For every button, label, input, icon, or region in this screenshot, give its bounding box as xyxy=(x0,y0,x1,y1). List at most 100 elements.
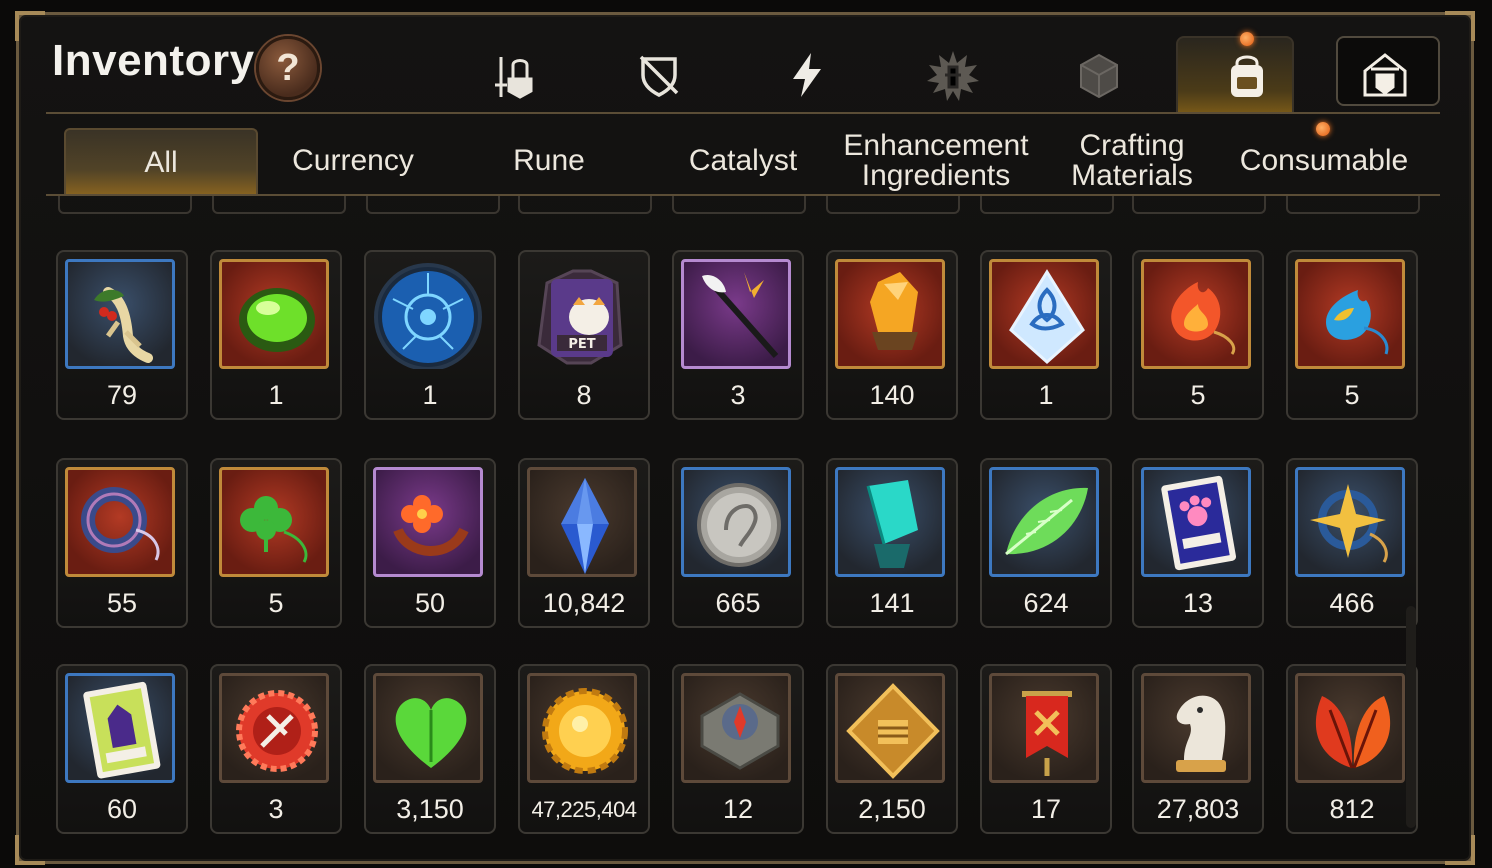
item-quantity: 50 xyxy=(414,588,446,618)
item-slot[interactable]: 3,150 xyxy=(364,664,496,834)
frame-corner xyxy=(1445,835,1475,865)
item-slot[interactable]: 2,150 xyxy=(826,664,958,834)
tab-all[interactable]: All xyxy=(64,128,258,196)
backpack-icon[interactable] xyxy=(1212,40,1282,110)
item-quantity: 140 xyxy=(869,380,915,410)
house-shield-icon[interactable] xyxy=(1350,40,1420,110)
water-pendant-icon xyxy=(1295,259,1405,369)
item-slot[interactable]: 1 xyxy=(364,250,496,420)
item-slot[interactable]: 466 xyxy=(1286,458,1418,628)
item-slot[interactable]: 140 xyxy=(826,250,958,420)
item-slot[interactable]: PET 8 xyxy=(518,250,650,420)
item-quantity: 17 xyxy=(1030,794,1062,824)
tab-consumable[interactable]: Consumable xyxy=(1226,128,1422,194)
tab-crafting-materials[interactable]: Crafting Materials xyxy=(1040,128,1224,194)
item-quantity: 5 xyxy=(268,588,284,618)
item-quantity: 13 xyxy=(1182,588,1214,618)
item-quantity: 27,803 xyxy=(1156,794,1240,824)
item-slot[interactable]: 55 xyxy=(56,458,188,628)
triquetra-crystal-icon xyxy=(989,259,1099,369)
item-slot[interactable]: 12 xyxy=(672,664,804,834)
item-slot[interactable]: 50 xyxy=(364,458,496,628)
ginseng-root-icon xyxy=(65,259,175,369)
ring-pendant-icon xyxy=(65,467,175,577)
header-divider xyxy=(46,112,1440,114)
page-title: Inventory xyxy=(52,36,255,85)
item-slot[interactable]: 1 xyxy=(980,250,1112,420)
item-quantity: 1 xyxy=(268,380,284,410)
tab-catalyst[interactable]: Catalyst xyxy=(646,128,840,194)
item-quantity: 624 xyxy=(1023,588,1069,618)
item-quantity: 12 xyxy=(722,794,754,824)
item-slot[interactable]: 10,842 xyxy=(518,458,650,628)
silver-coin-icon xyxy=(681,467,791,577)
item-slot[interactable]: 624 xyxy=(980,458,1112,628)
fist-emblem-icon xyxy=(835,673,945,783)
item-quantity: 5 xyxy=(1190,380,1206,410)
item-quantity: 8 xyxy=(576,380,592,410)
fire-pendant-icon xyxy=(1141,259,1251,369)
item-quantity: 3 xyxy=(730,380,746,410)
blue-crystal-icon xyxy=(527,467,637,577)
item-quantity: 1 xyxy=(1038,380,1054,410)
item-quantity: 3,150 xyxy=(396,794,464,824)
item-slot[interactable]: 5 xyxy=(1132,250,1264,420)
red-badge-icon xyxy=(219,673,329,783)
help-button[interactable]: ? xyxy=(256,36,320,100)
item-slot[interactable]: 665 xyxy=(672,458,804,628)
item-slot[interactable]: 5 xyxy=(1286,250,1418,420)
item-slot[interactable]: 13 xyxy=(1132,458,1264,628)
item-slot[interactable]: 1 xyxy=(210,250,342,420)
tab-enhancement-ingredients[interactable]: Enhancement Ingredients xyxy=(836,128,1036,194)
item-slot[interactable]: 3 xyxy=(210,664,342,834)
clover-pendant-icon xyxy=(219,467,329,577)
item-slot[interactable]: 812 xyxy=(1286,664,1418,834)
lightning-icon[interactable] xyxy=(772,40,842,110)
item-slot[interactable]: 79 xyxy=(56,250,188,420)
attack-gear-icon[interactable] xyxy=(478,40,548,110)
item-quantity: 60 xyxy=(106,794,138,824)
item-slot[interactable]: 3 xyxy=(672,250,804,420)
green-orb-icon xyxy=(219,259,329,369)
frame-corner xyxy=(15,11,45,41)
item-quantity: 55 xyxy=(106,588,138,618)
stone-compass-icon xyxy=(681,673,791,783)
item-quantity: 665 xyxy=(715,588,761,618)
pet-food-bag-icon: PET xyxy=(527,259,637,369)
paw-card-icon xyxy=(1141,467,1251,577)
scrolled-row-remnant xyxy=(0,196,1492,218)
item-slot[interactable]: 27,803 xyxy=(1132,664,1264,834)
item-slot[interactable]: 5 xyxy=(210,458,342,628)
item-quantity: 10,842 xyxy=(542,588,626,618)
star-pendant-icon xyxy=(1295,467,1405,577)
item-slot[interactable]: 17 xyxy=(980,664,1112,834)
gold-sun-coin-icon xyxy=(527,673,637,783)
flower-ring-icon xyxy=(373,467,483,577)
shield-crossed-icon[interactable] xyxy=(624,40,694,110)
item-slot[interactable]: 60 xyxy=(56,664,188,834)
item-quantity: 79 xyxy=(106,380,138,410)
red-banner-icon xyxy=(989,673,1099,783)
item-slot[interactable]: 141 xyxy=(826,458,958,628)
teal-crystal-icon xyxy=(835,467,945,577)
item-quantity: 466 xyxy=(1329,588,1375,618)
dice-box-icon[interactable] xyxy=(1064,40,1134,110)
feather-wand-icon xyxy=(681,259,791,369)
costume-card-icon xyxy=(65,673,175,783)
item-quantity: 3 xyxy=(268,794,284,824)
notification-dot xyxy=(1240,32,1254,46)
item-quantity: 812 xyxy=(1329,794,1375,824)
item-quantity: 141 xyxy=(869,588,915,618)
scrollbar[interactable] xyxy=(1406,606,1416,828)
red-leaves-icon xyxy=(1295,673,1405,783)
item-slot[interactable]: 47,225,404 xyxy=(518,664,650,834)
tab-currency[interactable]: Currency xyxy=(258,128,448,194)
blue-circuit-disc-icon xyxy=(373,259,483,369)
svg-text:PET: PET xyxy=(568,337,595,352)
frame-corner xyxy=(1445,11,1475,41)
tab-rune[interactable]: Rune xyxy=(452,128,646,194)
notification-dot xyxy=(1316,122,1330,136)
green-heart-icon xyxy=(373,673,483,783)
rune-burst-icon[interactable] xyxy=(918,40,988,110)
item-quantity: 2,150 xyxy=(858,794,926,824)
